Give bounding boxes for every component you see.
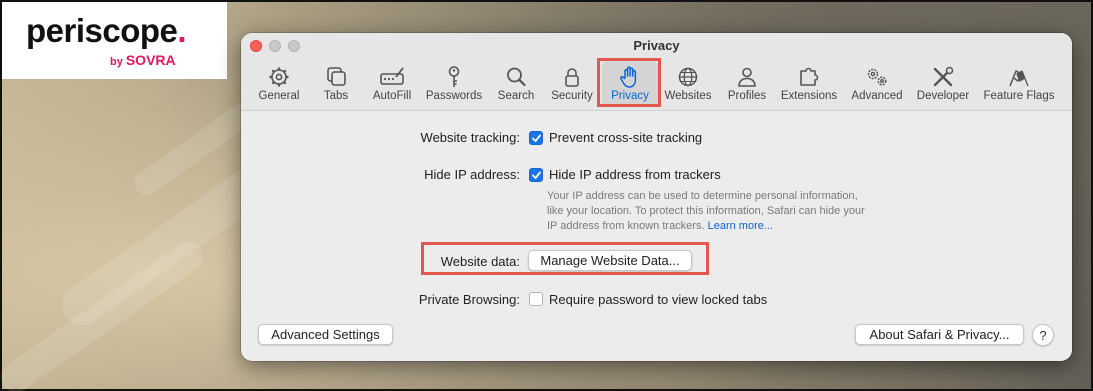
logo-dot: . (177, 12, 187, 49)
tab-feature-flags[interactable]: Feature Flags (981, 61, 1057, 107)
background-decoration (0, 235, 209, 391)
tab-label: Websites (664, 90, 712, 102)
checkmark-icon (532, 171, 541, 179)
learn-more-link[interactable]: Learn more... (708, 220, 773, 232)
tab-profiles[interactable]: Profiles (724, 61, 770, 107)
advanced-settings-button[interactable]: Advanced Settings (258, 324, 393, 345)
tab-websites[interactable]: Websites (662, 61, 714, 107)
puzzle-icon (800, 67, 819, 86)
tab-passwords[interactable]: Passwords (423, 61, 485, 107)
require-password-option[interactable]: Require password to view locked tabs (549, 292, 767, 307)
tab-label: Developer (916, 90, 970, 102)
checkmark-icon (532, 134, 541, 142)
private-browsing-label: Private Browsing: (418, 292, 520, 307)
logo-by: by (110, 56, 123, 68)
tab-extensions[interactable]: Extensions (777, 61, 841, 107)
tab-label: Passwords (425, 90, 483, 102)
tab-security[interactable]: Security (548, 61, 596, 107)
tab-label: Security (551, 90, 593, 102)
tab-label: Profiles (727, 90, 767, 102)
tab-label: AutoFill (372, 90, 412, 102)
manage-website-data-button[interactable]: Manage Website Data... (528, 250, 692, 271)
hand-icon (620, 66, 637, 88)
globe-icon (678, 67, 698, 87)
gear-icon (269, 67, 289, 87)
tab-privacy[interactable]: Privacy (602, 61, 658, 107)
lock-icon (565, 68, 579, 87)
periscope-logo: periscope. by SOVRA (2, 2, 227, 79)
logo-company: SOVRA (125, 52, 176, 68)
hide-ip-checkbox[interactable] (529, 168, 543, 182)
tab-tabs[interactable]: Tabs (319, 61, 353, 107)
tab-search[interactable]: Search (495, 61, 537, 107)
toolbar: Privacy General Tabs AutoFill Passwords … (241, 33, 1072, 111)
tab-label: Search (497, 90, 535, 102)
prevent-tracking-checkbox[interactable] (529, 131, 543, 145)
tab-autofill[interactable]: AutoFill (368, 61, 416, 107)
tab-general[interactable]: General (255, 61, 303, 107)
tab-advanced[interactable]: Advanced (849, 61, 905, 107)
flags-icon (1009, 70, 1029, 87)
tab-label: Privacy (611, 90, 649, 102)
window-title: Privacy (633, 38, 680, 53)
person-icon (738, 67, 756, 87)
require-password-checkbox[interactable] (529, 292, 543, 306)
tab-label: Feature Flags (983, 90, 1055, 102)
hide-ip-label: Hide IP address: (424, 167, 520, 182)
tab-label: Tabs (323, 90, 349, 102)
website-data-label: Website data: (440, 254, 520, 269)
logo-name: periscope (26, 12, 178, 49)
gears-icon (867, 68, 887, 86)
tabs-icon (327, 67, 346, 86)
website-tracking-label: Website tracking: (420, 130, 520, 145)
tab-label: General (258, 90, 300, 102)
key-icon (448, 66, 460, 87)
prevent-tracking-option[interactable]: Prevent cross-site tracking (549, 130, 702, 145)
search-icon (507, 67, 526, 87)
safari-settings-window: Privacy General Tabs AutoFill Passwords … (241, 33, 1072, 361)
autofill-icon (380, 67, 404, 85)
tab-label: Advanced (851, 90, 903, 102)
help-button[interactable]: ? (1032, 324, 1054, 346)
about-safari-privacy-button[interactable]: About Safari & Privacy... (855, 324, 1024, 345)
tab-label: Extensions (780, 90, 838, 102)
hide-ip-option[interactable]: Hide IP address from trackers (549, 167, 721, 182)
tab-developer[interactable]: Developer (914, 61, 972, 107)
tools-icon (933, 66, 954, 87)
hide-ip-description: Your IP address can be used to determine… (547, 190, 865, 232)
